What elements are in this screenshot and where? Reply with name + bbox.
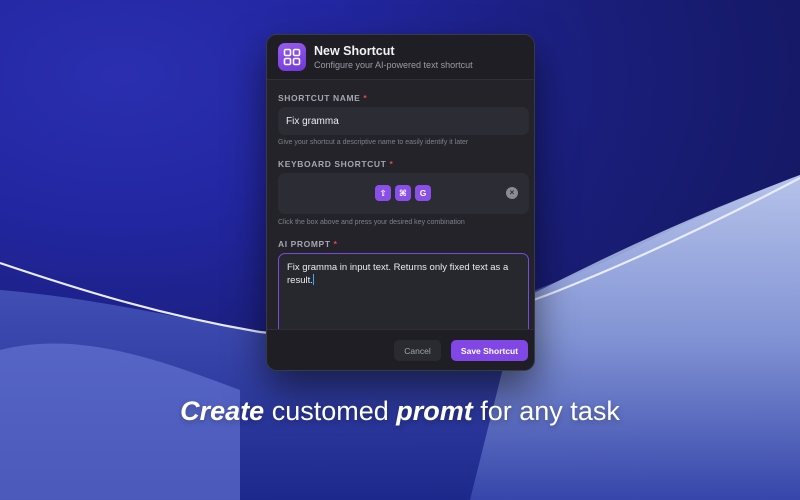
tagline-emphasis-promt: promt (396, 396, 473, 426)
new-shortcut-dialog: New Shortcut Configure your AI-powered t… (266, 34, 535, 371)
dialog-header: New Shortcut Configure your AI-powered t… (267, 35, 534, 80)
shortcut-name-hint: Give your shortcut a descriptive name to… (278, 139, 469, 146)
shift-key-icon: ⇧ (375, 185, 391, 201)
grid-icon (278, 43, 306, 71)
tagline-text: customed (264, 396, 397, 426)
g-key: G (415, 185, 431, 201)
keyboard-shortcut-recorder[interactable]: ⇧ ⌘ G × (278, 173, 529, 214)
shortcut-name-label: SHORTCUT NAME * (278, 93, 367, 103)
ai-prompt-value: Fix gramma in input text. Returns only f… (287, 261, 521, 287)
keyboard-shortcut-label-text: KEYBOARD SHORTCUT (278, 159, 387, 169)
text-caret (312, 274, 314, 285)
shortcut-name-input[interactable]: Fix gramma (278, 107, 529, 135)
marketing-tagline: Create customed promt for any task (0, 396, 800, 427)
keyboard-shortcut-hint: Click the box above and press your desir… (278, 219, 465, 226)
ai-prompt-label: AI PROMPT * (278, 239, 338, 249)
shortcut-name-value: Fix gramma (286, 116, 339, 127)
dialog-footer: Cancel Save Shortcut (267, 329, 534, 370)
tagline-emphasis-create: Create (180, 396, 265, 426)
shortcut-name-label-text: SHORTCUT NAME (278, 93, 361, 103)
save-shortcut-button[interactable]: Save Shortcut (451, 340, 528, 361)
clear-circle-icon[interactable]: × (506, 187, 518, 199)
dialog-title: New Shortcut (314, 44, 395, 58)
keyboard-shortcut-label: KEYBOARD SHORTCUT * (278, 159, 393, 169)
dialog-subtitle: Configure your AI-powered text shortcut (314, 60, 473, 70)
required-mark: * (389, 159, 394, 169)
command-key-icon: ⌘ (395, 185, 411, 201)
required-mark: * (333, 239, 338, 249)
ai-prompt-label-text: AI PROMPT (278, 239, 331, 249)
tagline-text-end: for any task (472, 396, 620, 426)
ai-prompt-text: Fix gramma in input text. Returns only f… (287, 262, 509, 286)
required-mark: * (363, 93, 368, 103)
cancel-button[interactable]: Cancel (394, 340, 441, 361)
